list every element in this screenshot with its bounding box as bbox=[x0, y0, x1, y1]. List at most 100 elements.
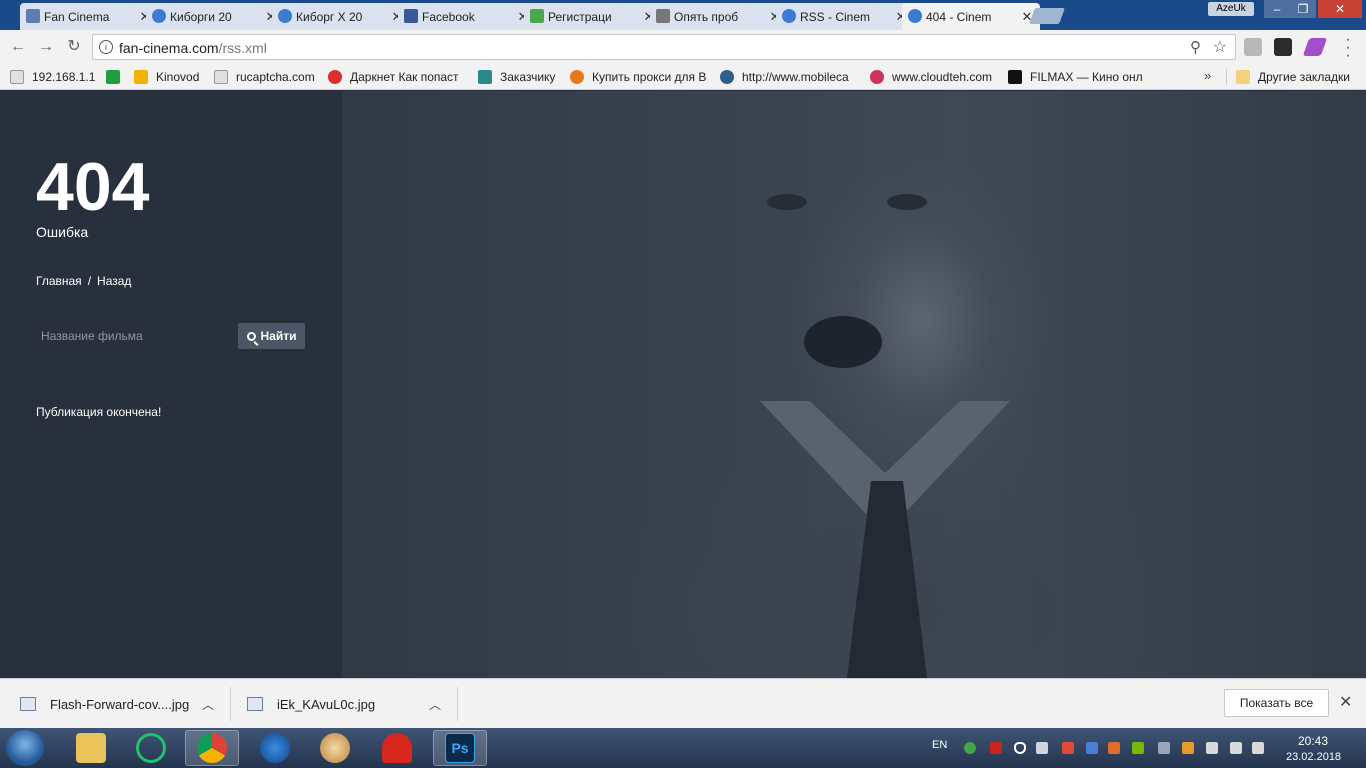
bookmark-item[interactable]: rucaptcha.com bbox=[214, 69, 322, 85]
opera-icon bbox=[136, 733, 166, 763]
taskbar-explorer[interactable] bbox=[64, 730, 118, 766]
kinovod-icon bbox=[134, 70, 148, 84]
maximize-button[interactable]: ❐ bbox=[1290, 0, 1316, 18]
taskbar-download-manager[interactable] bbox=[248, 730, 302, 766]
bookmark-item[interactable]: FILMAX — Кино онл bbox=[1008, 69, 1148, 85]
tab-rss[interactable]: RSS - Cinem ✕ bbox=[776, 3, 914, 30]
tray-app-icon[interactable] bbox=[1086, 742, 1098, 754]
tray-app-icon[interactable] bbox=[1206, 742, 1218, 754]
taskbar-paint[interactable] bbox=[308, 730, 362, 766]
site-icon bbox=[152, 9, 166, 23]
divider bbox=[1226, 69, 1227, 85]
shield-icon bbox=[106, 70, 120, 84]
tab-label: Киборги 20 bbox=[170, 9, 232, 24]
huawei-icon bbox=[382, 733, 412, 763]
photo-detail bbox=[887, 194, 927, 210]
background-photo bbox=[342, 91, 1366, 678]
pen-extension-icon[interactable] bbox=[1302, 38, 1328, 56]
taskbar-opera[interactable] bbox=[124, 730, 178, 766]
back-link[interactable]: Назад bbox=[97, 274, 131, 288]
tray-app-icon[interactable] bbox=[1062, 742, 1074, 754]
facebook-icon bbox=[404, 9, 418, 23]
clock-date[interactable]: 23.02.2018 bbox=[1286, 751, 1341, 763]
search-button[interactable]: Найти bbox=[238, 323, 305, 349]
language-indicator[interactable]: EN bbox=[932, 739, 947, 751]
taskbar-huawei[interactable] bbox=[370, 730, 424, 766]
home-link[interactable]: Главная bbox=[36, 274, 82, 288]
url-text[interactable]: fan-cinema.com/rss.xml bbox=[119, 40, 267, 56]
download-item[interactable]: Flash-Forward-cov....jpg ︿ bbox=[20, 687, 220, 721]
bookmark-label: www.cloudteh.com bbox=[892, 70, 993, 84]
address-bar[interactable]: i fan-cinema.com/rss.xml ⚲ ☆ bbox=[92, 34, 1236, 60]
info-icon[interactable]: i bbox=[99, 40, 113, 54]
other-bookmarks-folder[interactable]: Другие закладки bbox=[1236, 69, 1364, 85]
tab-registration[interactable]: Регистраци ✕ bbox=[524, 3, 662, 30]
tab-opyat[interactable]: Опять проб ✕ bbox=[650, 3, 788, 30]
action-center-icon[interactable] bbox=[1252, 742, 1264, 754]
tray-app-icon[interactable] bbox=[990, 742, 1002, 754]
bookmark-item[interactable] bbox=[106, 69, 126, 85]
windows-taskbar: Ps EN 20:43 23.02.2018 bbox=[0, 728, 1366, 768]
folder-icon bbox=[1236, 70, 1250, 84]
page-icon bbox=[214, 70, 228, 84]
chevron-up-icon[interactable]: ︿ bbox=[202, 696, 214, 713]
new-tab-button[interactable] bbox=[1029, 8, 1065, 24]
bookmark-label: Купить прокси для В bbox=[592, 70, 707, 84]
volume-icon[interactable] bbox=[1108, 742, 1120, 754]
breadcrumb: Главная / Назад bbox=[36, 274, 131, 288]
site-icon bbox=[328, 70, 342, 84]
back-icon[interactable]: ← bbox=[8, 37, 28, 57]
menu-icon[interactable]: · · · bbox=[1340, 32, 1356, 64]
start-button[interactable] bbox=[6, 730, 44, 766]
bookmark-item[interactable]: Kinovod bbox=[134, 69, 214, 85]
tab-label: Регистраци bbox=[548, 9, 612, 24]
bookmark-item[interactable]: www.cloudteh.com bbox=[870, 69, 1000, 85]
page-icon bbox=[10, 70, 24, 84]
bookmark-item[interactable]: 192.168.1.1 bbox=[10, 69, 100, 85]
bookmark-label: Другие закладки bbox=[1258, 70, 1350, 84]
show-all-downloads-button[interactable]: Показать все bbox=[1224, 689, 1329, 717]
download-item[interactable]: iEk_KAvuL0c.jpg ︿ bbox=[247, 687, 447, 721]
network-icon[interactable] bbox=[1158, 742, 1170, 754]
bookmark-item[interactable]: http://www.mobileca bbox=[720, 69, 858, 85]
tray-app-icon[interactable] bbox=[1182, 742, 1194, 754]
divider bbox=[457, 687, 458, 721]
tab-kiborg-x[interactable]: Киборг Х 20 ✕ bbox=[272, 3, 410, 30]
bookmark-item[interactable]: Заказчику bbox=[478, 69, 564, 85]
vk-icon bbox=[26, 9, 40, 23]
bookmark-item[interactable]: Даркнет Как попаст bbox=[328, 69, 466, 85]
forward-icon[interactable]: → bbox=[36, 37, 56, 57]
battery-icon[interactable] bbox=[1230, 742, 1242, 754]
reload-icon[interactable]: ↻ bbox=[64, 37, 84, 57]
window-close-button[interactable]: ✕ bbox=[1318, 0, 1362, 18]
photo-detail bbox=[847, 481, 927, 678]
tab-strip: Fan Cinema ✕ Киборги 20 ✕ Киборг Х 20 ✕ … bbox=[0, 0, 1366, 30]
taskbar-photoshop[interactable]: Ps bbox=[433, 730, 487, 766]
speaker-icon[interactable] bbox=[1036, 742, 1048, 754]
chevron-up-icon[interactable]: ︿ bbox=[429, 696, 441, 713]
clock-time[interactable]: 20:43 bbox=[1298, 734, 1328, 748]
search-input[interactable] bbox=[36, 323, 236, 349]
tab-facebook[interactable]: Facebook ✕ bbox=[398, 3, 536, 30]
error-code: 404 bbox=[36, 149, 150, 225]
star-icon[interactable]: ☆ bbox=[1213, 37, 1227, 57]
taskbar-chrome[interactable] bbox=[185, 730, 239, 766]
extension-icon[interactable] bbox=[1244, 38, 1262, 56]
zoom-icon[interactable]: ⚲ bbox=[1190, 38, 1201, 56]
shield-icon[interactable] bbox=[1014, 742, 1026, 754]
database-icon bbox=[908, 9, 922, 23]
minimize-button[interactable]: – bbox=[1264, 0, 1290, 18]
tab-404[interactable]: 404 - Cinem ✕ bbox=[902, 3, 1040, 30]
filmax-icon bbox=[1008, 70, 1022, 84]
nvidia-icon[interactable] bbox=[1132, 742, 1144, 754]
extension-icon[interactable] bbox=[1274, 38, 1292, 56]
tab-fan-cinema[interactable]: Fan Cinema ✕ bbox=[20, 3, 158, 30]
more-bookmarks-button[interactable]: » bbox=[1204, 68, 1211, 83]
profile-button[interactable]: AzeUk bbox=[1208, 2, 1254, 16]
tray-app-icon[interactable] bbox=[964, 742, 976, 754]
bookmark-label: 192.168.1.1 bbox=[32, 70, 96, 84]
bookmark-label: FILMAX — Кино онл bbox=[1030, 70, 1143, 84]
tab-kiborgi[interactable]: Киборги 20 ✕ bbox=[146, 3, 284, 30]
close-icon[interactable]: ✕ bbox=[1339, 692, 1352, 712]
bookmark-item[interactable]: Купить прокси для В bbox=[570, 69, 708, 85]
